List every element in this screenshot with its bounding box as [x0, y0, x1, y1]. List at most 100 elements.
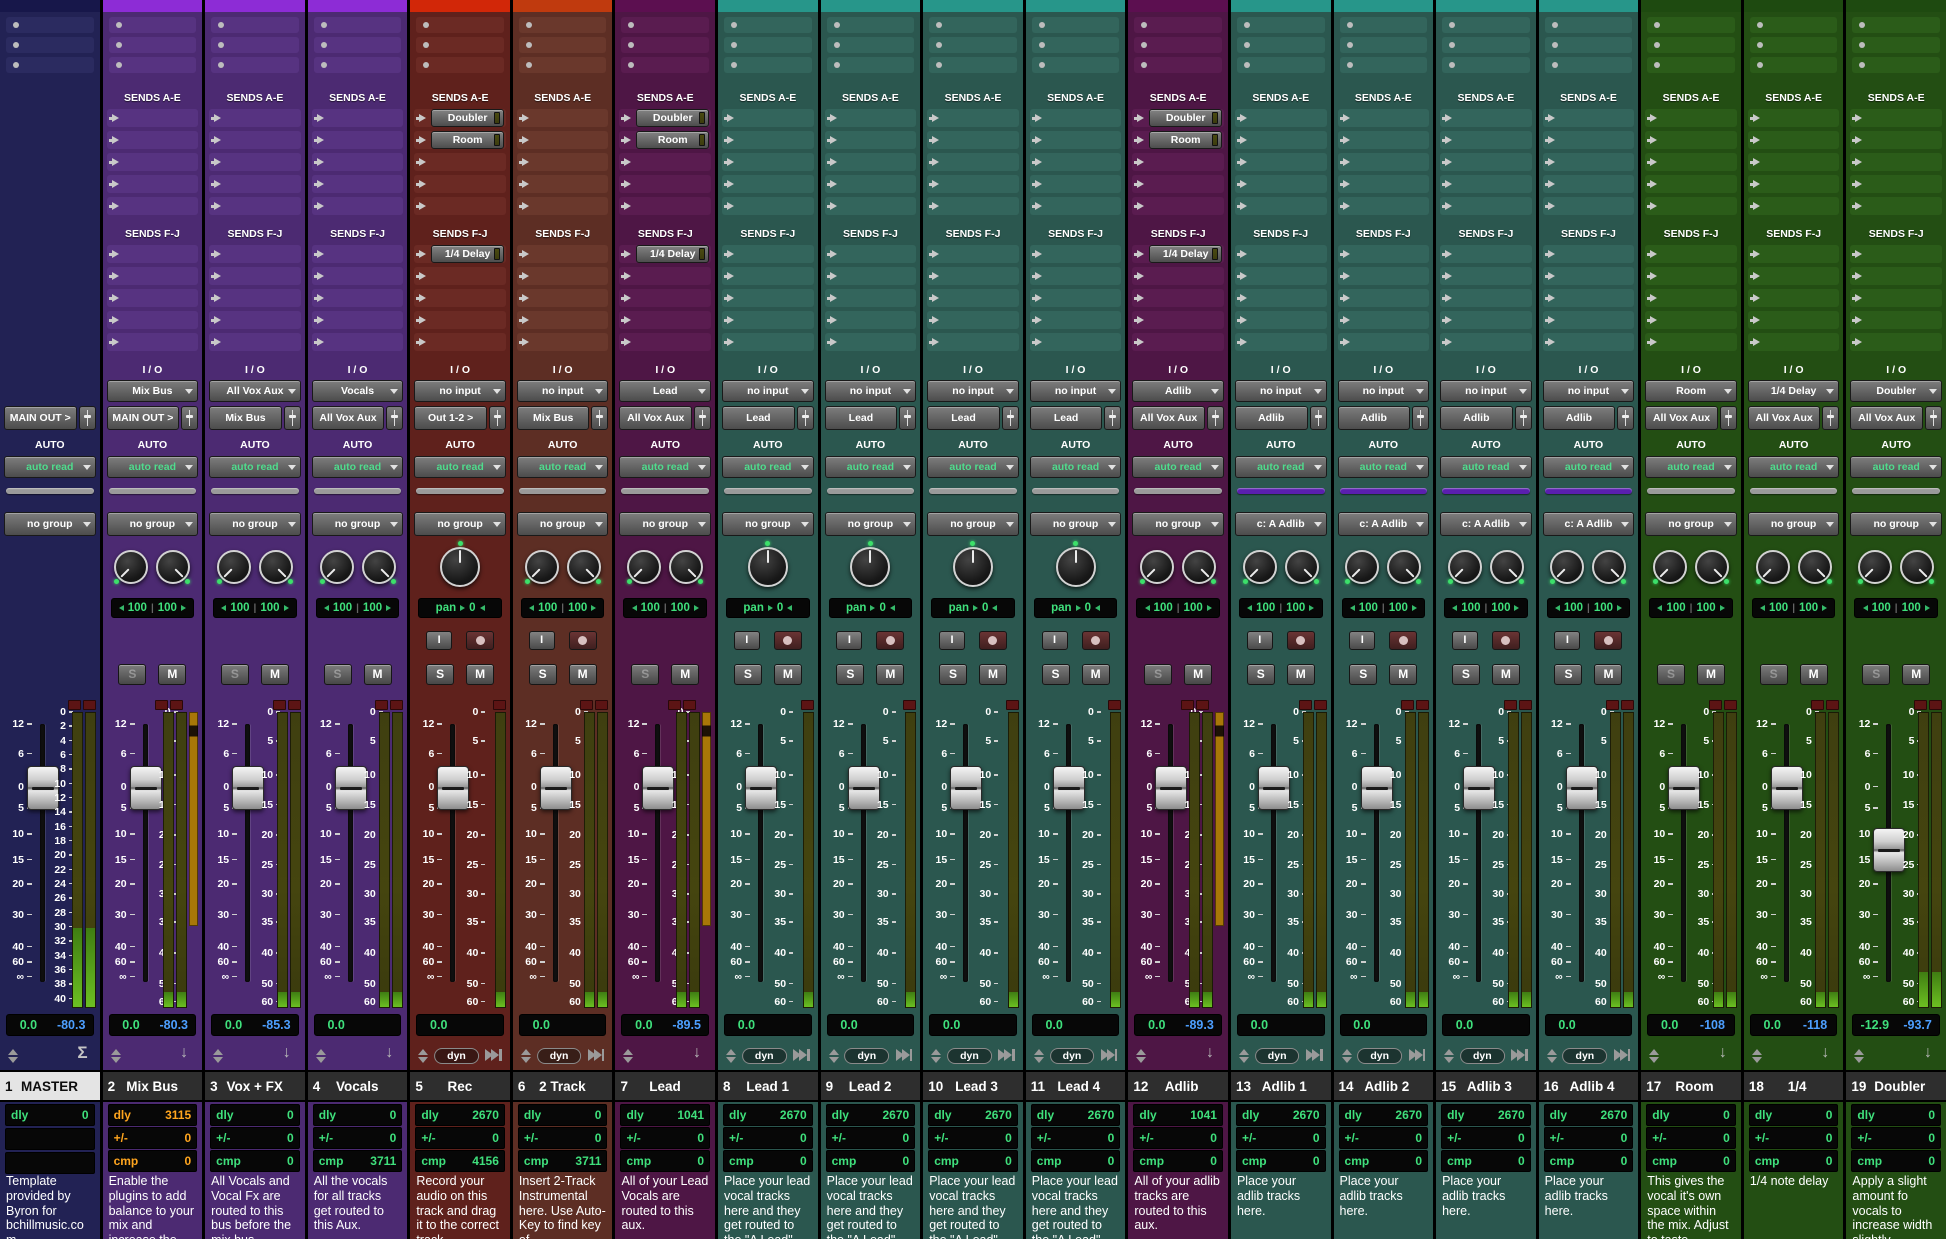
track-height-arrows-icon[interactable] — [829, 1049, 839, 1063]
pan-value-display[interactable]: pan0 — [1034, 598, 1118, 618]
dyn-button[interactable]: dyn — [1357, 1048, 1402, 1064]
insert-slot[interactable] — [827, 17, 915, 33]
send-slot[interactable] — [312, 109, 404, 127]
send-slot[interactable] — [1645, 175, 1737, 193]
mute-button[interactable]: M — [1800, 664, 1828, 685]
input-monitor-button[interactable]: I — [1247, 631, 1273, 650]
track-height-arrows-icon[interactable] — [623, 1049, 633, 1063]
pan-knob-right[interactable] — [362, 550, 396, 584]
send-slot[interactable] — [107, 197, 199, 215]
automation-mode-selector[interactable]: auto read — [1235, 456, 1327, 478]
send-slot[interactable] — [1748, 333, 1840, 351]
mute-button[interactable]: M — [979, 664, 1007, 685]
insert-slot[interactable] — [109, 17, 197, 33]
group-selector[interactable]: no group — [1132, 512, 1224, 536]
send-slot[interactable] — [825, 153, 917, 171]
input-selector[interactable]: no input — [1440, 380, 1532, 402]
send-slot[interactable] — [1235, 289, 1327, 307]
output-fader-icon[interactable] — [1310, 406, 1327, 430]
record-enable-button[interactable] — [569, 631, 597, 650]
send-slot[interactable] — [1030, 267, 1122, 285]
fader-track[interactable] — [348, 724, 353, 982]
output-window-arrow-icon[interactable]: ↓ — [1821, 1044, 1829, 1062]
output-selector[interactable]: All Vox Aux — [1132, 406, 1205, 430]
send-slot[interactable] — [1440, 245, 1532, 263]
pan-knob-left[interactable] — [114, 550, 148, 584]
input-monitor-button[interactable]: I — [529, 631, 555, 650]
input-monitor-button[interactable]: I — [1349, 631, 1375, 650]
send-slot[interactable] — [722, 197, 814, 215]
send-slot[interactable] — [312, 289, 404, 307]
send-slot[interactable] — [722, 153, 814, 171]
track-height-arrows-icon[interactable] — [1034, 1049, 1044, 1063]
mute-button[interactable]: M — [671, 664, 699, 685]
automation-mode-selector[interactable]: auto read — [107, 456, 199, 478]
fader-value-display[interactable]: 0.0 — [314, 1014, 402, 1036]
send-slot[interactable] — [927, 131, 1019, 149]
fader-track[interactable] — [655, 724, 660, 982]
pan-value-display[interactable]: 100|100 — [111, 598, 195, 618]
send-slot[interactable] — [1850, 197, 1942, 215]
send-button[interactable]: 1/4 Delay — [431, 245, 504, 263]
fader-track[interactable] — [1681, 724, 1686, 982]
send-slot[interactable] — [619, 311, 711, 329]
input-monitor-button[interactable]: I — [836, 631, 862, 650]
send-slot[interactable] — [209, 131, 301, 149]
automation-mode-selector[interactable]: auto read — [1440, 456, 1532, 478]
automation-mode-selector[interactable]: auto read — [1132, 456, 1224, 478]
send-slot[interactable] — [825, 267, 917, 285]
insert-slot[interactable] — [1852, 17, 1940, 33]
pan-knob-right[interactable] — [1490, 550, 1524, 584]
automation-mode-selector[interactable]: auto read — [1850, 456, 1942, 478]
insert-slot[interactable] — [621, 37, 709, 53]
send-slot[interactable] — [825, 311, 917, 329]
track-comment[interactable]: Place your adlib tracks here. — [1539, 1170, 1639, 1239]
track-name[interactable]: 3Vox + FX — [205, 1070, 305, 1102]
send-slot[interactable] — [1748, 131, 1840, 149]
send-slot[interactable] — [209, 267, 301, 285]
solo-button[interactable]: S — [734, 664, 762, 685]
pan-knob-left[interactable] — [320, 550, 354, 584]
insert-slot[interactable] — [1750, 37, 1838, 53]
input-selector[interactable]: no input — [927, 380, 1019, 402]
mute-button[interactable]: M — [1492, 664, 1520, 685]
send-slot[interactable] — [1645, 311, 1737, 329]
send-slot[interactable] — [722, 131, 814, 149]
send-slot[interactable] — [312, 311, 404, 329]
automation-mode-selector[interactable]: auto read — [414, 456, 506, 478]
input-monitor-button[interactable]: I — [426, 631, 452, 650]
pan-knob[interactable] — [1056, 547, 1096, 587]
pan-knob-left[interactable] — [1140, 550, 1174, 584]
pan-knob-left[interactable] — [1345, 550, 1379, 584]
track-height-arrows-icon[interactable] — [1136, 1049, 1146, 1063]
send-slot[interactable]: Doubler — [1132, 109, 1224, 127]
pan-knob-left[interactable] — [1243, 550, 1277, 584]
mute-button[interactable]: M — [1184, 664, 1212, 685]
pan-value-display[interactable]: 100|100 — [1854, 598, 1938, 618]
mute-button[interactable]: M — [364, 664, 392, 685]
track-height-arrows-icon[interactable] — [1649, 1049, 1659, 1063]
mute-button[interactable]: M — [569, 664, 597, 685]
output-fader-icon[interactable] — [694, 406, 711, 430]
send-slot[interactable] — [517, 267, 609, 285]
dyn-button[interactable]: dyn — [844, 1048, 889, 1064]
solo-button[interactable]: S — [1042, 664, 1070, 685]
send-slot[interactable] — [619, 289, 711, 307]
insert-slot[interactable] — [1852, 57, 1940, 73]
send-slot[interactable] — [1338, 245, 1430, 263]
send-slot[interactable] — [1850, 311, 1942, 329]
automation-mode-selector[interactable]: auto read — [209, 456, 301, 478]
output-selector[interactable]: All Vox Aux — [1645, 406, 1718, 430]
send-slot[interactable] — [825, 289, 917, 307]
pan-knob-right[interactable] — [259, 550, 293, 584]
group-selector[interactable]: no group — [1850, 512, 1942, 536]
track-name[interactable]: 181/4 — [1744, 1070, 1844, 1102]
group-selector[interactable]: no group — [312, 512, 404, 536]
group-selector[interactable]: no group — [209, 512, 301, 536]
track-name[interactable]: 19Doubler — [1846, 1070, 1946, 1102]
group-selector[interactable]: no group — [825, 512, 917, 536]
record-enable-button[interactable] — [1389, 631, 1417, 650]
send-slot[interactable] — [1543, 289, 1635, 307]
input-monitor-button[interactable]: I — [939, 631, 965, 650]
send-slot[interactable] — [517, 245, 609, 263]
